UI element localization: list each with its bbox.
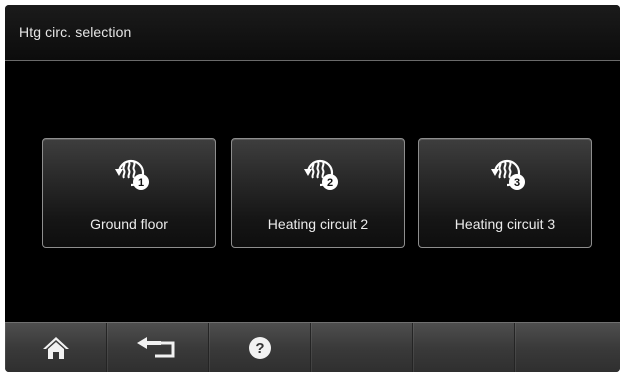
nav-slot-4 — [311, 323, 413, 372]
svg-text:?: ? — [255, 340, 264, 357]
display-screen: Htg circ. selection 1 Ground floor 2 Hea… — [5, 5, 620, 372]
nav-slot-6 — [515, 323, 620, 372]
circuit-number: 2 — [327, 177, 333, 189]
circuit-label: Heating circuit 2 — [267, 216, 369, 232]
back-arrow-icon — [136, 337, 174, 358]
heating-circuit-2-icon: 2 — [304, 159, 338, 190]
page-title: Htg circ. selection — [19, 24, 132, 40]
help-button[interactable]: ? — [209, 323, 311, 372]
heating-circuit-1-icon: 1 — [115, 159, 149, 190]
nav-slot-5 — [413, 323, 515, 372]
circuit-number: 3 — [514, 177, 520, 189]
home-button[interactable] — [5, 323, 107, 372]
circuit-button-ground-floor[interactable]: 1 Ground floor — [42, 138, 216, 248]
circuit-button-heating-circuit-3[interactable]: 3 Heating circuit 3 — [418, 138, 592, 248]
heating-circuit-3-icon: 3 — [491, 159, 525, 190]
circuit-button-heating-circuit-2[interactable]: 2 Heating circuit 2 — [231, 138, 405, 248]
circuit-label: Ground floor — [90, 216, 168, 232]
title-bar: Htg circ. selection — [5, 5, 620, 61]
circuit-label: Heating circuit 3 — [454, 216, 556, 232]
home-icon — [42, 337, 69, 359]
help-icon: ? — [248, 337, 271, 359]
circuit-number: 1 — [138, 177, 144, 189]
bottom-nav-bar: ? — [5, 322, 620, 372]
back-button[interactable] — [107, 323, 209, 372]
